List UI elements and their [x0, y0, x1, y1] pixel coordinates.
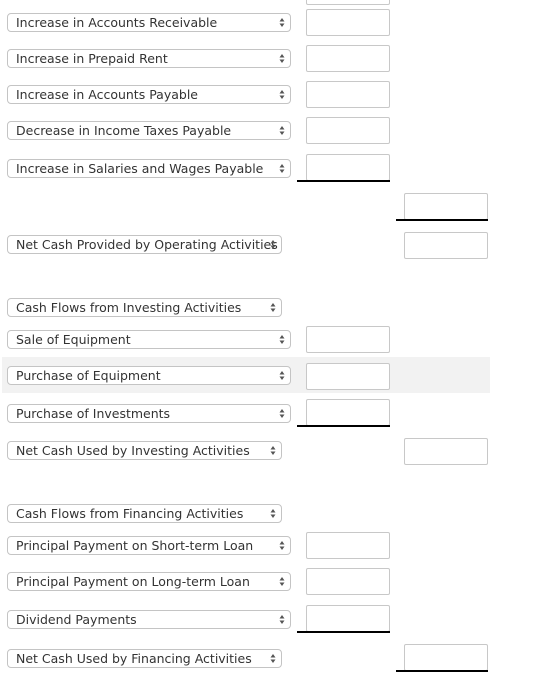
subtotal-underline [297, 631, 390, 633]
select-value: Purchase of Equipment [16, 368, 161, 383]
amount-input[interactable] [306, 326, 390, 353]
select-value: Net Cash Provided by Operating Activitie… [16, 237, 278, 252]
net-operating-input[interactable] [404, 232, 488, 259]
amount-input[interactable] [306, 154, 390, 181]
select-value: Dividend Payments [16, 612, 137, 627]
subtotal-input[interactable] [404, 193, 488, 220]
select-value: Cash Flows from Investing Activities [16, 300, 242, 315]
select-value: Increase in Salaries and Wages Payable [16, 161, 264, 176]
amount-input[interactable] [306, 117, 390, 144]
select-value: Increase in Prepaid Rent [16, 51, 168, 66]
up-down-chevron-icon [278, 405, 286, 422]
line-item-select[interactable]: Decrease in Income Taxes Payable [7, 121, 291, 140]
up-down-chevron-icon [278, 537, 286, 554]
section-header-select[interactable]: Cash Flows from Investing Activities [7, 298, 282, 317]
up-down-chevron-icon [278, 122, 286, 139]
amount-input[interactable] [306, 399, 390, 426]
up-down-chevron-icon [269, 236, 277, 253]
net-operating-select[interactable]: Net Cash Provided by Operating Activitie… [7, 235, 282, 254]
up-down-chevron-icon [278, 331, 286, 348]
select-value: Principal Payment on Long-term Loan [16, 574, 250, 589]
select-value: Increase in Accounts Receivable [16, 15, 218, 30]
up-down-chevron-icon [278, 367, 286, 384]
amount-input[interactable] [306, 81, 390, 108]
up-down-chevron-icon [269, 505, 277, 522]
up-down-chevron-icon [278, 611, 286, 628]
amount-input[interactable] [306, 45, 390, 72]
line-item-select[interactable]: Increase in Salaries and Wages Payable [7, 159, 291, 178]
amount-input[interactable] [306, 532, 390, 559]
line-item-select[interactable]: Increase in Accounts Receivable [7, 13, 291, 32]
section-header-select[interactable]: Cash Flows from Financing Activities [7, 504, 282, 523]
total-underline [396, 219, 488, 221]
line-item-select[interactable]: Increase in Prepaid Rent [7, 49, 291, 68]
amount-input[interactable] [306, 568, 390, 595]
line-item-select[interactable]: Purchase of Investments [7, 404, 291, 423]
select-value: Sale of Equipment [16, 332, 131, 347]
select-value: Net Cash Used by Investing Activities [16, 443, 250, 458]
amount-input[interactable] [306, 9, 390, 36]
up-down-chevron-icon [278, 14, 286, 31]
line-item-select[interactable]: Principal Payment on Short-term Loan [7, 536, 291, 555]
select-value: Purchase of Investments [16, 406, 171, 421]
up-down-chevron-icon [269, 650, 277, 667]
net-investing-select[interactable]: Net Cash Used by Investing Activities [7, 441, 282, 460]
total-underline [396, 670, 488, 672]
select-value: Decrease in Income Taxes Payable [16, 123, 232, 138]
line-item-select[interactable]: Sale of Equipment [7, 330, 291, 349]
up-down-chevron-icon [278, 160, 286, 177]
line-item-select[interactable]: Purchase of Equipment [7, 366, 291, 385]
up-down-chevron-icon [278, 50, 286, 67]
select-value: Increase in Accounts Payable [16, 87, 198, 102]
net-financing-select[interactable]: Net Cash Used by Financing Activities [7, 649, 282, 668]
select-value: Principal Payment on Short-term Loan [16, 538, 254, 553]
subtotal-underline [297, 180, 390, 182]
amount-input[interactable] [306, 363, 390, 390]
amount-input-partial[interactable] [306, 0, 390, 5]
up-down-chevron-icon [278, 573, 286, 590]
line-item-select[interactable]: Dividend Payments [7, 610, 291, 629]
amount-input[interactable] [306, 605, 390, 632]
up-down-chevron-icon [278, 86, 286, 103]
select-value: Net Cash Used by Financing Activities [16, 651, 252, 666]
up-down-chevron-icon [269, 442, 277, 459]
subtotal-underline [297, 425, 390, 427]
net-financing-input[interactable] [404, 644, 488, 671]
select-value: Cash Flows from Financing Activities [16, 506, 244, 521]
line-item-select[interactable]: Principal Payment on Long-term Loan [7, 572, 291, 591]
up-down-chevron-icon [269, 299, 277, 316]
line-item-select[interactable]: Increase in Accounts Payable [7, 85, 291, 104]
net-investing-input[interactable] [404, 438, 488, 465]
